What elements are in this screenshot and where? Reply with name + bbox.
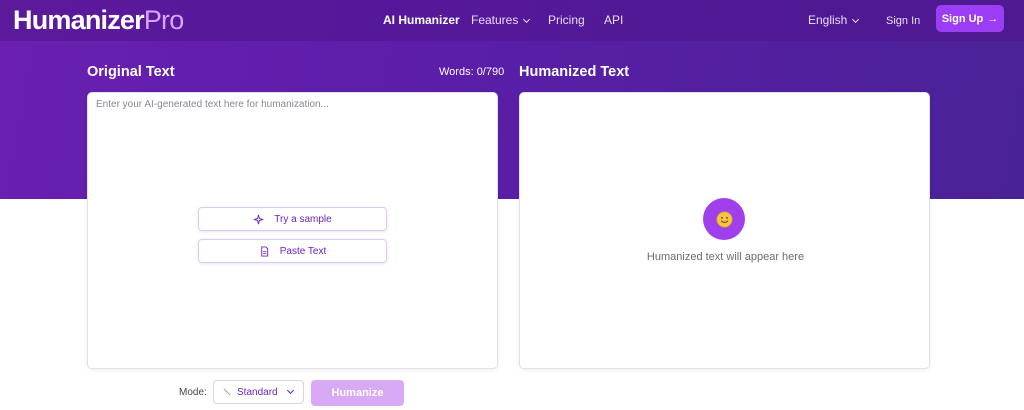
chevron-down-icon (523, 15, 531, 24)
chevron-down-icon (286, 386, 295, 394)
nav-api[interactable]: API (604, 12, 623, 28)
brand-logo[interactable]: HumanizerPro (13, 4, 184, 36)
paste-text-button[interactable]: Paste Text (198, 239, 387, 263)
wand-icon (223, 388, 231, 396)
brand-name-suffix: Pro (143, 5, 184, 35)
nav-features-label: Features (471, 13, 519, 27)
mode-value: Standard (237, 386, 278, 398)
humanize-button[interactable]: Humanize (311, 380, 404, 406)
nav-features[interactable]: Features (471, 12, 531, 28)
sparkle-icon (254, 214, 264, 224)
paste-text-label: Paste Text (279, 245, 327, 257)
smiley-icon (703, 198, 745, 240)
sign-in-link[interactable]: Sign In (886, 13, 920, 29)
original-text-title: Original Text (87, 64, 175, 80)
language-label: English (808, 13, 848, 27)
sign-up-button[interactable]: Sign Up → (936, 5, 1004, 32)
empty-output-message: Humanized text will appear here (646, 251, 805, 263)
humanized-text-title: Humanized Text (519, 64, 630, 80)
mode-select[interactable]: Standard (213, 380, 304, 404)
humanized-text-panel: Humanized text will appear here (519, 92, 930, 369)
try-sample-button[interactable]: Try a sample (198, 207, 387, 231)
nav-pricing[interactable]: Pricing (548, 12, 585, 28)
top-navbar: HumanizerPro AI Humanizer Features Prici… (0, 0, 1024, 41)
nav-ai-humanizer[interactable]: AI Humanizer (383, 12, 460, 28)
chevron-down-icon (852, 15, 860, 24)
sign-up-label: Sign Up (941, 12, 984, 25)
language-selector[interactable]: English (808, 12, 860, 28)
brand-name-main: Humanizer (13, 5, 145, 35)
arrow-right-icon: → (987, 12, 999, 25)
word-counter: Words: 0/790 (439, 66, 505, 78)
mode-label: Mode: (179, 387, 207, 398)
document-icon (261, 245, 268, 257)
original-text-input[interactable] (96, 99, 491, 199)
try-sample-label: Try a sample (274, 213, 332, 225)
original-text-panel: Try a sample Paste Text (87, 92, 498, 369)
